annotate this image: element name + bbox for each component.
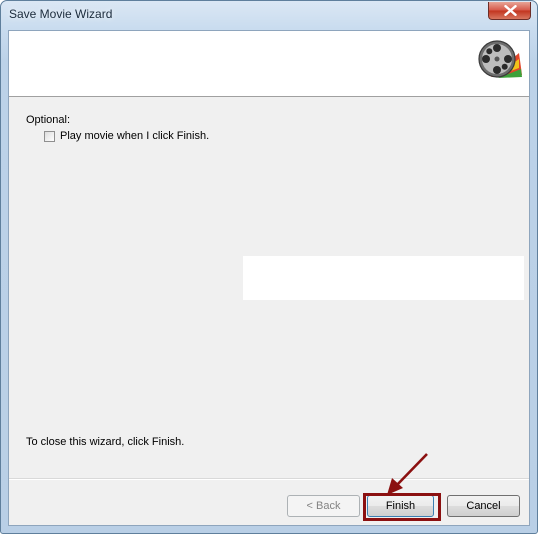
movie-film-reel-icon: [478, 40, 522, 78]
window-title: Save Movie Wizard: [9, 7, 113, 21]
footer-separator: [9, 478, 529, 480]
close-wizard-hint: To close this wizard, click Finish.: [26, 436, 185, 448]
optional-label: Optional:: [26, 114, 71, 126]
close-button[interactable]: [488, 2, 531, 20]
wizard-client-area: Optional: Play movie when I click Finish…: [8, 30, 530, 526]
blank-panel: [243, 256, 524, 300]
wizard-header-panel: [9, 31, 529, 97]
play-movie-checkbox[interactable]: [44, 131, 55, 142]
red-arrow-annotation: [387, 453, 428, 495]
cancel-button[interactable]: Cancel: [447, 495, 520, 517]
finish-button[interactable]: Finish: [367, 495, 434, 517]
back-button[interactable]: < Back: [287, 495, 360, 517]
close-icon: [504, 5, 517, 16]
play-movie-checkbox-label[interactable]: Play movie when I click Finish.: [60, 130, 209, 142]
save-movie-wizard-window: Save Movie Wizard Optional: Play movie w…: [0, 0, 538, 534]
